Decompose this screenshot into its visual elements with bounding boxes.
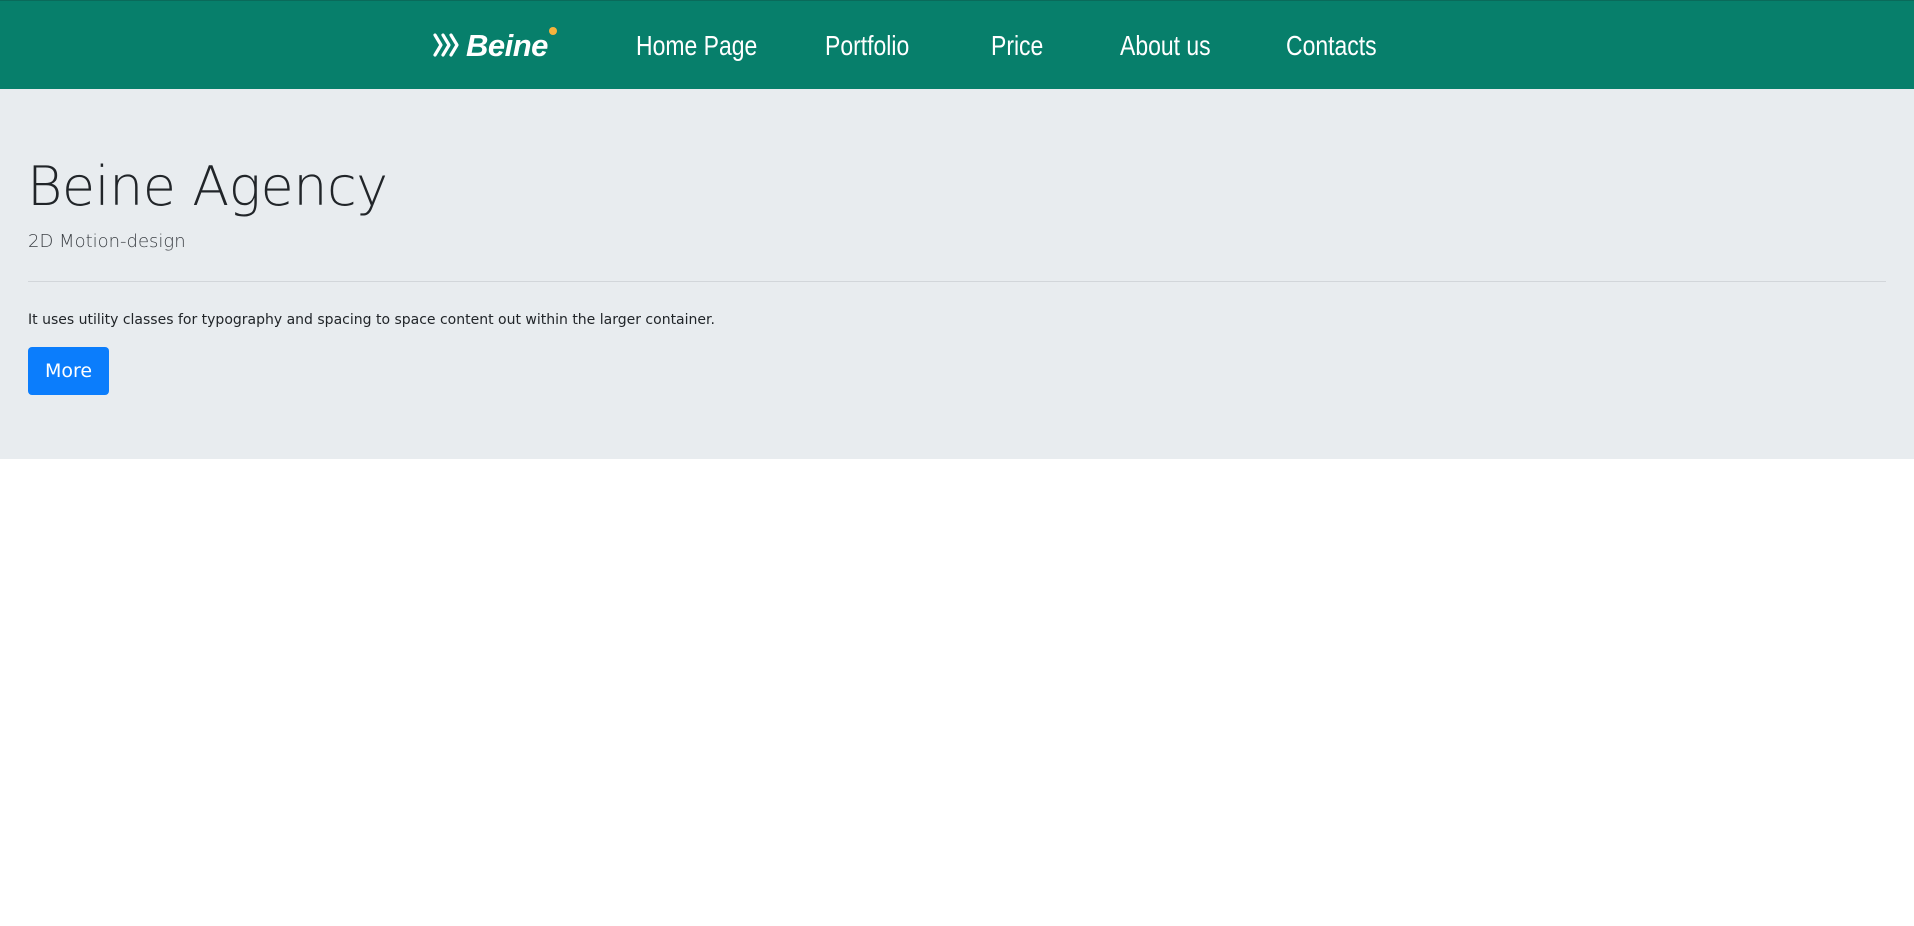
nav-home-page[interactable]: Home Page [636, 23, 757, 69]
brand-logo-text: Beine [466, 26, 557, 61]
brand-logo[interactable]: Beine [432, 25, 557, 65]
triple-chevron-icon [433, 33, 459, 57]
hero-divider [28, 281, 1886, 282]
hero-body-text: It uses utility classes for typography a… [28, 312, 715, 328]
nav-contacts[interactable]: Contacts [1286, 23, 1377, 69]
hero-jumbotron: Beine Agency 2D Motion-design It uses ut… [0, 89, 1914, 459]
nav-portfolio[interactable]: Portfolio [825, 23, 909, 69]
brand-accent-dot [548, 26, 557, 35]
hero-title: Beine Agency [27, 155, 388, 218]
hero-subtitle: 2D Motion-design [28, 231, 186, 252]
nav-price[interactable]: Price [991, 23, 1043, 69]
nav-about-us[interactable]: About us [1120, 23, 1211, 69]
top-navbar: Beine Home Page Portfolio Price About us… [0, 0, 1914, 89]
more-button[interactable]: More [28, 347, 109, 395]
